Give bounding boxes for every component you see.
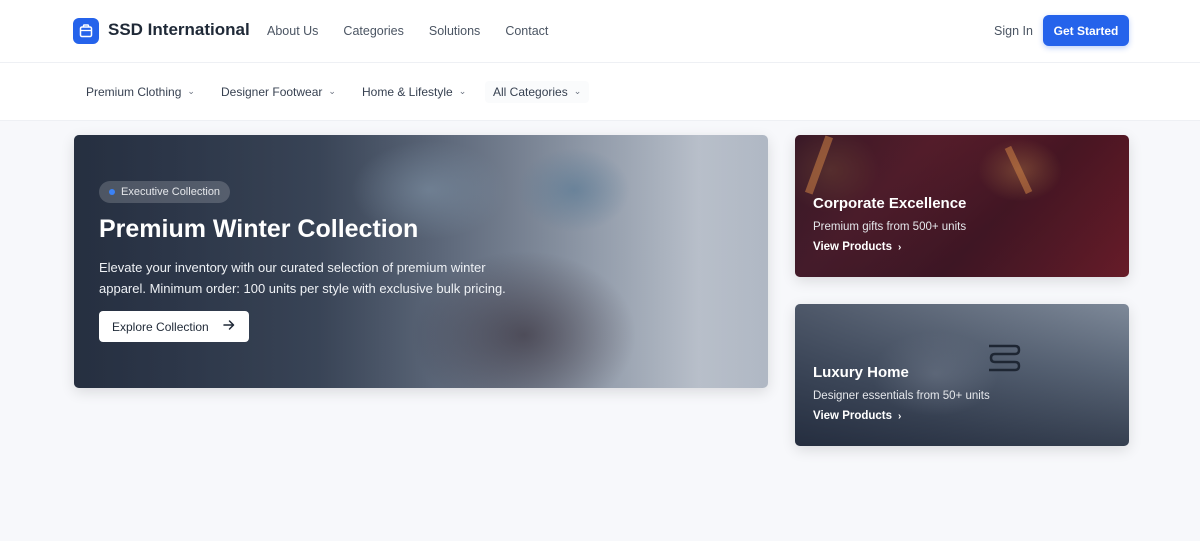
main-nav: About Us Categories Solutions Contact [267,24,548,38]
top-header: SSD International About Us Categories So… [0,0,1200,63]
category-premium-clothing[interactable]: Premium Clothing ⌄ [86,85,195,99]
card-subtitle: Designer essentials from 50+ units [813,390,990,402]
nav-about-us[interactable]: About Us [267,24,318,38]
category-label: Designer Footwear [221,85,323,99]
hero-content: Executive Collection Premium Winter Coll… [99,181,519,342]
view-products-link[interactable]: View Products › [813,410,990,422]
nav-contact[interactable]: Contact [505,24,548,38]
category-label: Premium Clothing [86,85,182,99]
chevron-right-icon: › [898,241,902,253]
category-all-categories[interactable]: All Categories ⌄ [485,81,590,103]
card-content: Corporate Excellence Premium gifts from … [813,195,966,253]
nav-categories[interactable]: Categories [343,24,403,38]
button-label: Explore Collection [112,319,209,334]
arrow-right-icon [222,319,235,334]
category-label: All Categories [493,85,568,99]
badge-label: Executive Collection [121,186,221,198]
ribbon-decoration [804,135,834,195]
link-label: View Products [813,410,893,422]
brand-name[interactable]: SSD International [108,20,250,40]
hero-description: Elevate your inventory with our curated … [99,260,506,296]
card-subtitle: Premium gifts from 500+ units [813,221,967,233]
chevron-down-icon: ⌄ [458,85,467,96]
category-home-lifestyle[interactable]: Home & Lifestyle ⌄ [362,85,466,99]
category-label: Home & Lifestyle [362,85,453,99]
view-products-link[interactable]: View Products › [813,241,966,253]
hero-banner: Executive Collection Premium Winter Coll… [74,135,768,388]
category-designer-footwear[interactable]: Designer Footwear ⌄ [221,85,336,99]
get-started-button[interactable]: Get Started [1043,15,1129,46]
chevron-down-icon: ⌄ [573,85,582,96]
collection-badge: Executive Collection [99,181,231,203]
chevron-down-icon: ⌄ [187,85,195,96]
luxury-home-card[interactable]: Luxury Home Designer essentials from 50+… [795,304,1129,446]
card-title: Luxury Home [813,364,909,381]
badge-dot-icon [109,189,115,195]
package-icon[interactable] [73,18,99,44]
sign-in-link[interactable]: Sign In [994,24,1033,38]
card-title: Corporate Excellence [813,195,967,212]
ribbon-decoration [1004,145,1033,195]
wall-art-icon [985,342,1025,376]
hero-title: Premium Winter Collection [99,215,419,243]
chevron-right-icon: › [898,410,902,422]
link-label: View Products [813,241,893,253]
category-bar: Premium Clothing ⌄ Designer Footwear ⌄ H… [0,63,1200,121]
nav-solutions[interactable]: Solutions [429,24,480,38]
card-content: Luxury Home Designer essentials from 50+… [813,364,990,422]
explore-collection-button[interactable]: Explore Collection [99,311,249,342]
corporate-excellence-card[interactable]: Corporate Excellence Premium gifts from … [795,135,1129,277]
chevron-down-icon: ⌄ [328,85,336,96]
